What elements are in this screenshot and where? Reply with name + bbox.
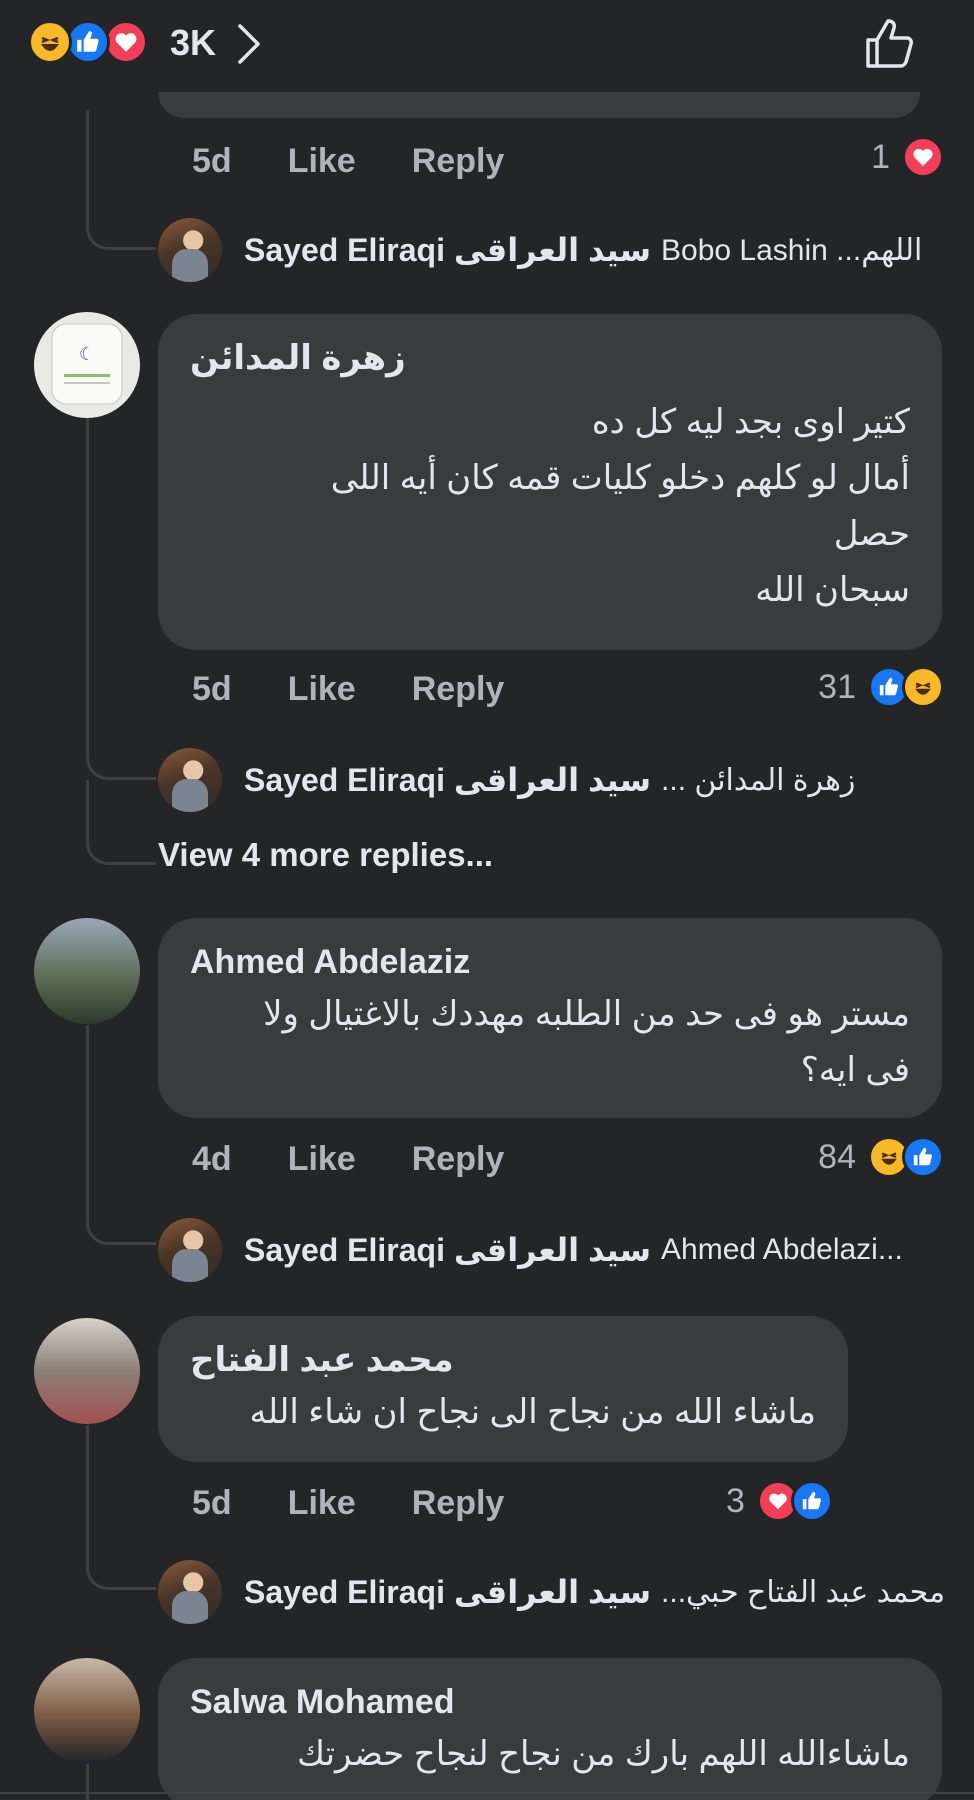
love-icon	[104, 20, 148, 64]
comment-reactions[interactable]: 84	[818, 1132, 944, 1182]
reply-action[interactable]: Reply	[412, 1140, 505, 1179]
thread-line	[86, 1425, 89, 1545]
comment-actions: 5d Like Reply	[192, 1478, 504, 1528]
reply-preview[interactable]: Sayed Eliraqi سيد العراقى Bobo Lashin ..…	[244, 218, 922, 282]
comment-actions: 5d Like Reply	[192, 664, 504, 714]
like-action[interactable]: Like	[288, 142, 356, 181]
reply-author: Sayed Eliraqi سيد العراقى	[244, 1574, 652, 1610]
comment-time[interactable]: 5d	[192, 1484, 232, 1523]
reaction-count: 84	[818, 1137, 856, 1176]
reply-preview[interactable]: Sayed Eliraqi سيد العراقى Ahmed Abdelazi…	[244, 1218, 903, 1282]
comment-time[interactable]: 5d	[192, 142, 232, 181]
bottom-divider	[0, 1792, 974, 1794]
haha-icon	[28, 20, 72, 64]
reply-author: Sayed Eliraqi سيد العراقى	[244, 232, 652, 268]
reply-snippet: ... زهرة المدائن	[661, 763, 856, 797]
comment-reactions[interactable]: 3	[726, 1476, 833, 1526]
comment-author[interactable]: Ahmed Abdelaziz	[190, 943, 470, 981]
like-action[interactable]: Like	[288, 670, 356, 709]
reply-action[interactable]: Reply	[412, 1484, 505, 1523]
comment-line: أمال لو كلهم دخلو كليات قمه كان أيه اللى	[330, 459, 910, 497]
comment-time[interactable]: 4d	[192, 1140, 232, 1179]
total-reaction-count: 3K	[170, 22, 217, 63]
previous-comment-bubble	[158, 92, 920, 118]
comment-line: كتير اوى بجد ليه كل ده	[591, 403, 910, 441]
avatar[interactable]	[158, 1560, 222, 1624]
avatar[interactable]	[34, 1318, 140, 1424]
comment-bubble: محمد عبد الفتاح ماشاء الله من نجاح الى ن…	[158, 1316, 848, 1462]
reply-action[interactable]: Reply	[412, 670, 505, 709]
thread-line	[86, 110, 156, 250]
thread-line	[86, 1025, 89, 1215]
avatar[interactable]: ☾	[34, 312, 140, 418]
comment-author[interactable]: Salwa Mohamed	[190, 1683, 455, 1721]
comment-author[interactable]: محمد عبد الفتاح	[190, 1338, 816, 1382]
thread-line	[86, 780, 156, 865]
avatar[interactable]	[158, 218, 222, 282]
svg-text:☾: ☾	[79, 344, 95, 365]
reaction-count: 1	[871, 137, 890, 176]
thread-line	[86, 400, 89, 730]
like-button-icon[interactable]	[862, 14, 920, 77]
reply-preview[interactable]: Sayed Eliraqi سيد العراقى ... زهرة المدا…	[244, 748, 855, 812]
comment-bubble: Salwa Mohamed ماشاءالله اللهم بارك من نج…	[158, 1658, 942, 1800]
reply-preview[interactable]: Sayed Eliraqi سيد العراقى ...محمد عبد ال…	[244, 1560, 945, 1624]
like-icon	[902, 1136, 944, 1178]
reply-action[interactable]: Reply	[412, 142, 505, 181]
avatar[interactable]	[158, 748, 222, 812]
avatar[interactable]	[34, 918, 140, 1024]
comment-time[interactable]: 5d	[192, 670, 232, 709]
reply-author: Sayed Eliraqi سيد العراقى	[244, 762, 652, 798]
like-icon	[790, 1480, 833, 1522]
thread-line	[86, 1200, 156, 1245]
thread-line	[86, 700, 156, 780]
thread-line	[86, 1530, 156, 1590]
view-more-replies-link[interactable]: View 4 more replies...	[158, 836, 493, 874]
reactions-summary-bar[interactable]: 3K	[0, 0, 974, 90]
like-icon	[66, 20, 110, 64]
thread-line	[86, 1760, 89, 1800]
comment-line: ماشاءالله اللهم بارك من نجاح لنجاح حضرتك	[296, 1735, 910, 1773]
comment-line: سبحان الله	[755, 571, 910, 609]
comment-bubble: Ahmed Abdelaziz مستر هو فى حد من الطلبه …	[158, 918, 942, 1118]
love-icon	[902, 136, 944, 178]
reaction-count: 3	[726, 1481, 745, 1520]
comment-reactions[interactable]: 1	[871, 132, 944, 182]
avatar[interactable]	[158, 1218, 222, 1282]
like-action[interactable]: Like	[288, 1140, 356, 1179]
comment-author[interactable]: زهرة المدائن	[190, 336, 910, 380]
comment-actions: 5d Like Reply	[192, 136, 504, 186]
chevron-right-icon[interactable]	[236, 22, 262, 71]
comment-bubble: زهرة المدائن كتير اوى بجد ليه كل ده أمال…	[158, 314, 942, 650]
comment-actions: 4d Like Reply	[192, 1134, 504, 1184]
comment-line: مستر هو فى حد من الطلبه مهددك بالاغتيال …	[263, 995, 910, 1033]
reply-author: Sayed Eliraqi سيد العراقى	[244, 1232, 652, 1268]
comment-reactions[interactable]: 31	[818, 662, 944, 712]
reaction-count: 31	[818, 667, 856, 706]
comment-line: ماشاء الله من نجاح الى نجاح ان شاء الله	[249, 1393, 816, 1431]
reply-snippet: ...محمد عبد الفتاح حبي	[661, 1575, 946, 1609]
avatar[interactable]	[34, 1658, 140, 1764]
comment-line: حصل	[833, 515, 910, 553]
like-action[interactable]: Like	[288, 1484, 356, 1523]
haha-icon	[902, 666, 944, 708]
reply-snippet: Bobo Lashin ...اللهم	[661, 233, 923, 267]
comment-line: فى ايه؟	[800, 1051, 910, 1089]
reply-snippet: Ahmed Abdelazi...	[661, 1233, 903, 1266]
